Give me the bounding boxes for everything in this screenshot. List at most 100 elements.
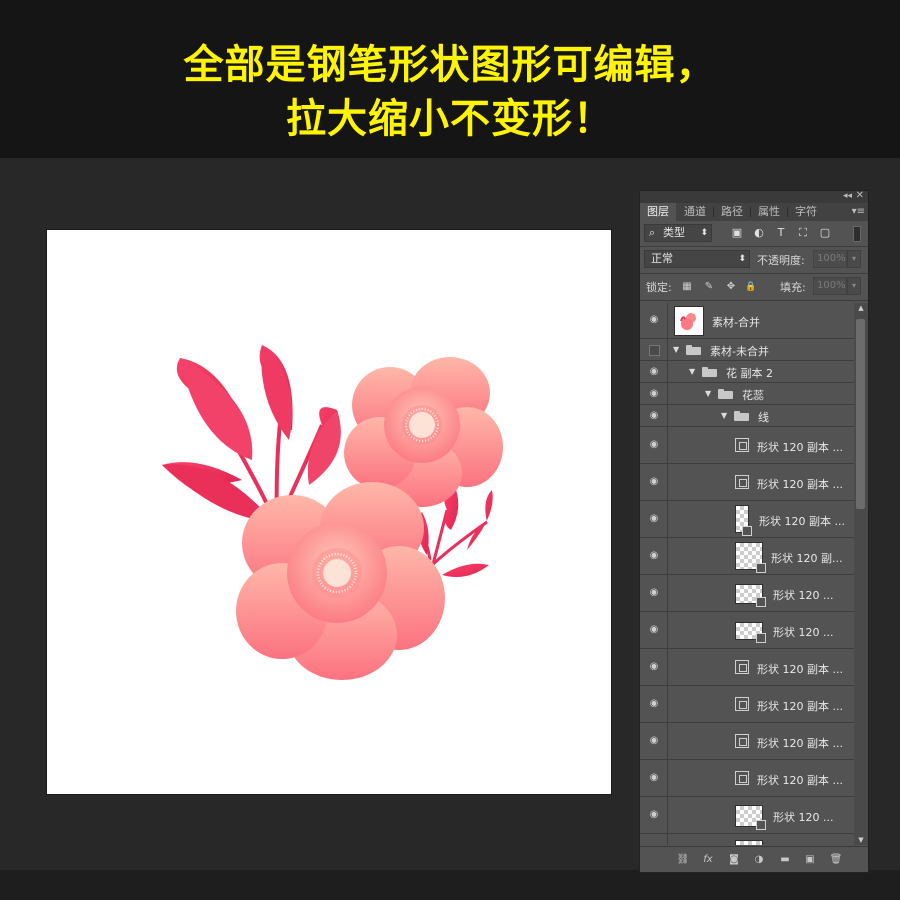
layer-row[interactable]: ◉ 形状 120 副本 ... — [640, 723, 855, 760]
visibility-toggle[interactable] — [640, 339, 668, 360]
tab-paths[interactable]: 路径 — [714, 203, 750, 221]
layer-name[interactable]: 形状 120 副本 ... — [757, 735, 843, 751]
layer-name[interactable]: 形状 120 副本 ... — [757, 661, 843, 677]
visibility-toggle[interactable]: ◉ — [640, 303, 668, 338]
layer-row[interactable] — [640, 834, 855, 845]
visibility-toggle[interactable]: ◉ — [640, 427, 668, 463]
shape-badge-icon — [756, 597, 766, 607]
expand-triangle-icon[interactable]: ▼ — [705, 389, 711, 398]
layer-row[interactable]: ◉ 形状 120 副本 ... — [640, 686, 855, 723]
layer-row[interactable]: ◉ 形状 120 ... — [640, 612, 855, 649]
link-layers-icon[interactable]: ⛓ — [676, 853, 690, 867]
opacity-dropdown[interactable]: ▾ — [847, 250, 861, 268]
layer-row[interactable]: ◉ 形状 120 副本 ... — [640, 464, 855, 501]
layer-name[interactable]: 线 — [758, 409, 769, 425]
visibility-toggle[interactable]: ◉ — [640, 575, 668, 611]
tab-channels[interactable]: 通道 — [677, 203, 713, 221]
mask-icon[interactable]: ◙ — [727, 853, 741, 867]
type-filter-icon[interactable]: T — [774, 226, 788, 240]
new-group-icon[interactable]: ▬ — [778, 853, 792, 867]
scroll-down-icon[interactable]: ▼ — [854, 835, 868, 845]
layer-thumbnail — [735, 805, 766, 830]
layer-name[interactable]: 花 副本 2 — [726, 365, 773, 381]
lock-position-icon[interactable]: ✥ — [725, 281, 737, 293]
tab-properties[interactable]: 属性 — [751, 203, 787, 221]
layer-row[interactable]: ◉ 形状 120 副本 ... — [640, 427, 855, 464]
opacity-field[interactable]: 100% — [813, 250, 847, 268]
expand-triangle-icon[interactable]: ▼ — [673, 345, 679, 354]
layer-name[interactable]: 素材-合并 — [712, 314, 760, 330]
expand-triangle-icon[interactable]: ▼ — [689, 367, 695, 376]
layer-name[interactable]: 形状 120 ... — [773, 809, 833, 825]
layer-row[interactable]: ◉ 形状 120 副本 ... — [640, 649, 855, 686]
lock-image-icon[interactable]: ✎ — [703, 281, 715, 293]
layer-name[interactable]: 形状 120 副... — [771, 550, 842, 566]
fill-field[interactable]: 100% — [813, 277, 847, 295]
image-filter-icon[interactable]: ▣ — [730, 226, 744, 240]
updown-arrow-icon: ⬍ — [700, 228, 708, 238]
scroll-up-icon[interactable]: ▲ — [854, 303, 868, 313]
adjustment-layer-icon[interactable]: ◑ — [752, 853, 766, 867]
shape-filter-icon[interactable]: ⛶ — [796, 226, 810, 240]
visibility-toggle[interactable]: ◉ — [640, 649, 668, 685]
close-icon[interactable]: ✕ — [856, 191, 864, 201]
visibility-toggle[interactable]: ◉ — [640, 760, 668, 796]
new-layer-icon[interactable]: ▣ — [803, 853, 817, 867]
banner-line-1: 全部是钢笔形状图形可编辑， — [183, 42, 717, 88]
layers-scrollbar[interactable]: ▲ ▼ — [854, 303, 868, 845]
fill-dropdown[interactable]: ▾ — [847, 277, 861, 295]
layer-group-row[interactable]: ▼ 素材-未合并 — [640, 339, 855, 361]
tab-character[interactable]: 字符 — [788, 203, 824, 221]
tab-layers[interactable]: 图层 — [640, 203, 676, 221]
layer-group-row[interactable]: ◉ ▼ 花 副本 2 — [640, 361, 855, 383]
adjustment-filter-icon[interactable]: ◐ — [752, 226, 766, 240]
layer-name[interactable]: 形状 120 副本 ... — [757, 476, 843, 492]
layer-row[interactable]: ◉ 形状 120 ... — [640, 575, 855, 612]
visibility-toggle[interactable]: ◉ — [640, 612, 668, 648]
panel-menu-icon[interactable]: ▾≡ — [852, 203, 865, 221]
layer-name[interactable]: 形状 120 副本 ... — [757, 698, 843, 714]
layer-name[interactable]: 形状 120 ... — [773, 587, 833, 603]
layer-name[interactable]: 素材-未合并 — [710, 343, 769, 359]
visibility-toggle[interactable]: ◉ — [640, 464, 668, 500]
blend-mode-select[interactable]: 正常 ⬍ — [644, 250, 750, 268]
smart-object-filter-icon[interactable]: ▢ — [818, 226, 832, 240]
collapse-icon[interactable]: ◂◂ — [843, 191, 852, 201]
layer-row[interactable]: ◉ 形状 120 副本 ... — [640, 501, 855, 538]
fx-icon[interactable]: fx — [701, 853, 715, 867]
layer-name[interactable]: 形状 120 ... — [773, 624, 833, 640]
visibility-toggle[interactable]: ◉ — [640, 538, 668, 574]
leaf-branch-left — [162, 345, 341, 526]
visibility-toggle[interactable]: ◉ — [640, 361, 668, 382]
layer-name[interactable]: 形状 120 副本 ... — [757, 772, 843, 788]
layer-thumbnail — [735, 840, 763, 845]
expand-triangle-icon[interactable]: ▼ — [721, 411, 727, 420]
layer-group-row[interactable]: ◉ ▼ 线 — [640, 405, 855, 427]
visibility-toggle[interactable]: ◉ — [640, 405, 668, 426]
lock-all-icon[interactable]: 🔒 — [745, 281, 757, 293]
layer-name[interactable]: 花蕊 — [742, 387, 764, 403]
visibility-toggle[interactable]: ◉ — [640, 501, 668, 537]
filter-type-value: 类型 — [663, 226, 685, 239]
layer-row[interactable]: ◉ 素材-合并 — [640, 303, 855, 339]
scroll-thumb[interactable] — [856, 319, 865, 509]
visibility-toggle[interactable]: ◉ — [640, 723, 668, 759]
visibility-toggle[interactable]: ◉ — [640, 686, 668, 722]
layer-row[interactable]: ◉ 形状 120 副本 ... — [640, 760, 855, 797]
layer-name[interactable]: 形状 120 副本 ... — [757, 439, 843, 455]
layer-row[interactable]: ◉ 形状 120 副... — [640, 538, 855, 575]
filter-type-select[interactable]: ⌕ 类型 ⬍ — [644, 224, 712, 242]
visibility-toggle[interactable]: ◉ — [640, 797, 668, 833]
eye-icon: ◉ — [649, 698, 659, 709]
shape-layer-icon — [735, 475, 749, 489]
layer-row[interactable]: ◉ 形状 120 ... — [640, 797, 855, 834]
delete-layer-icon[interactable]: 🗑 — [829, 853, 843, 867]
filter-toggle[interactable] — [853, 226, 861, 242]
layer-group-row[interactable]: ◉ ▼ 花蕊 — [640, 383, 855, 405]
visibility-toggle[interactable]: ◉ — [640, 383, 668, 404]
layer-name[interactable]: 形状 120 副本 ... — [759, 513, 845, 529]
lock-transparency-icon[interactable]: ▦ — [681, 281, 693, 293]
visibility-toggle[interactable] — [640, 834, 668, 845]
panel-title-bar[interactable]: ◂◂ ✕ — [640, 191, 868, 203]
document-canvas[interactable] — [47, 230, 611, 794]
